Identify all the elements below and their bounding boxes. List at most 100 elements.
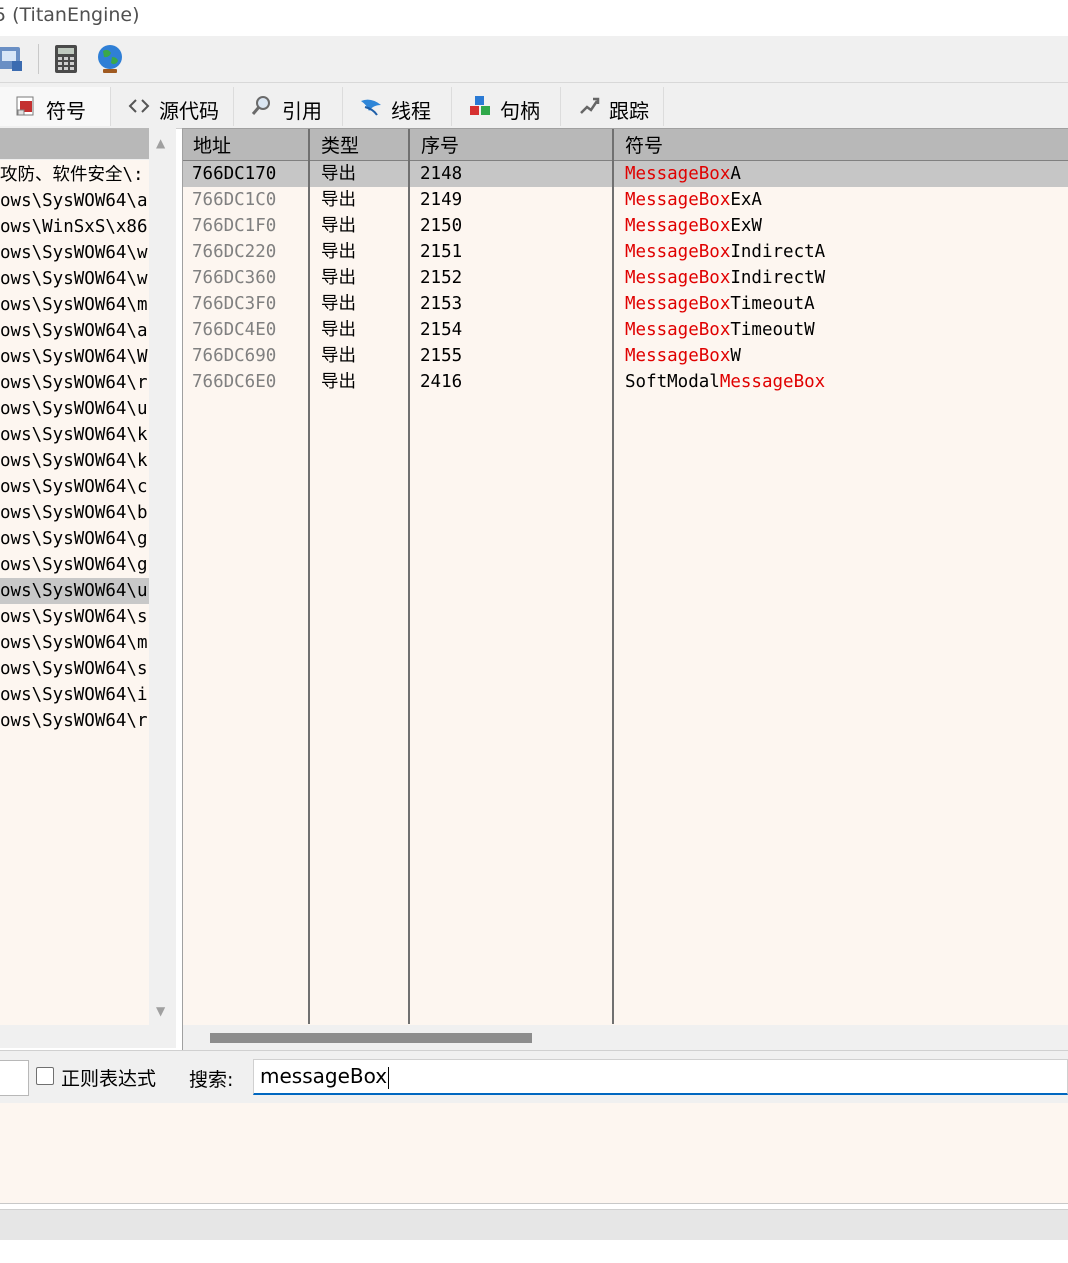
module-list-item[interactable]: ows\SysWOW64\g bbox=[0, 526, 149, 552]
module-list-item[interactable]: ows\SysWOW64\s bbox=[0, 604, 149, 630]
column-header-ordinal[interactable]: 序号 bbox=[411, 129, 613, 160]
module-panel: 攻防、软件安全\: ows\SysWOW64\a ows\WinSxS\x86 ows… bbox=[0, 128, 176, 1048]
module-list-item[interactable]: ows\SysWOW64\u bbox=[0, 396, 149, 422]
table-row[interactable]: 766DC170 导出 2148 MessageBoxA bbox=[183, 161, 1068, 187]
module-list-item[interactable]: ows\SysWOW64\w bbox=[0, 266, 149, 292]
table-row[interactable]: 766DC3F0 导出 2153 MessageBoxTimeoutA bbox=[183, 291, 1068, 317]
module-list-item[interactable]: ows\SysWOW64\m bbox=[0, 630, 149, 656]
globe-icon[interactable] bbox=[94, 43, 126, 75]
title-bar: 5 (TitanEngine) bbox=[0, 0, 1068, 36]
module-list-item[interactable]: ows\SysWOW64\c bbox=[0, 474, 149, 500]
symbol-match-highlight: MessageBox bbox=[625, 294, 731, 314]
module-list-header bbox=[0, 128, 149, 159]
scroll-up-icon[interactable]: ▲ bbox=[156, 136, 165, 150]
source-code-icon bbox=[127, 95, 151, 117]
module-list-item[interactable]: ows\SysWOW64\W bbox=[0, 344, 149, 370]
tab-threads[interactable]: 线程 bbox=[345, 87, 452, 126]
symbol-cell: MessageBoxA bbox=[625, 161, 741, 187]
module-list-item[interactable]: ows\SysWOW64\r bbox=[0, 708, 149, 734]
column-header-type[interactable]: 类型 bbox=[311, 129, 409, 160]
type-cell: 导出 bbox=[321, 268, 356, 288]
module-list-item[interactable]: ows\SysWOW64\r bbox=[0, 370, 149, 396]
symbol-match-highlight: MessageBox bbox=[625, 320, 731, 340]
module-list-scrollbar[interactable]: ▲ ▼ bbox=[150, 128, 176, 1025]
ordinal-cell: 2154 bbox=[420, 320, 463, 340]
module-list-item[interactable]: ows\SysWOW64\g bbox=[0, 552, 149, 578]
module-list-item[interactable]: ows\SysWOW64\u bbox=[0, 578, 149, 604]
search-value: messageBox bbox=[260, 1064, 388, 1088]
symbol-suffix: IndirectA bbox=[730, 242, 826, 262]
type-cell: 导出 bbox=[321, 294, 356, 314]
module-list-item[interactable]: ows\SysWOW64\k bbox=[0, 422, 149, 448]
table-row[interactable]: 766DC690 导出 2155 MessageBoxW bbox=[183, 343, 1068, 369]
log-output-pane[interactable] bbox=[0, 1103, 1068, 1204]
tab-handles[interactable]: 句柄 bbox=[454, 87, 561, 126]
trace-icon bbox=[577, 95, 601, 117]
column-divider[interactable] bbox=[612, 129, 614, 1024]
tab-symbols[interactable]: 符号 bbox=[0, 87, 111, 126]
table-row[interactable]: 766DC6E0 导出 2416 SoftModalMessageBox bbox=[183, 369, 1068, 395]
column-header-address[interactable]: 地址 bbox=[183, 129, 309, 160]
symbol-cell: MessageBoxTimeoutW bbox=[625, 317, 815, 343]
column-divider[interactable] bbox=[308, 129, 310, 1024]
table-row[interactable]: 766DC4E0 导出 2154 MessageBoxTimeoutW bbox=[183, 317, 1068, 343]
tab-source-code[interactable]: 源代码 bbox=[113, 87, 234, 126]
module-list-item[interactable]: ows\SysWOW64\k bbox=[0, 448, 149, 474]
search-input[interactable]: messageBox bbox=[253, 1059, 1068, 1095]
module-filter-input[interactable] bbox=[0, 1060, 29, 1096]
toolbar-separator bbox=[38, 44, 39, 74]
symbol-icon bbox=[14, 95, 38, 117]
address-cell: 766DC220 bbox=[192, 242, 277, 262]
module-list-item[interactable]: ows\SysWOW64\b bbox=[0, 500, 149, 526]
symbol-suffix: ExW bbox=[730, 216, 762, 236]
module-list-item[interactable]: ows\SysWOW64\i bbox=[0, 682, 149, 708]
symbol-suffix: TimeoutW bbox=[730, 320, 815, 340]
symbol-suffix: ExA bbox=[730, 190, 762, 210]
address-cell: 766DC170 bbox=[192, 164, 277, 184]
regex-checkbox[interactable] bbox=[36, 1067, 54, 1085]
type-cell: 导出 bbox=[321, 164, 356, 184]
horizontal-scrollbar-thumb[interactable] bbox=[210, 1033, 532, 1043]
regex-label[interactable]: 正则表达式 bbox=[61, 1064, 156, 1091]
module-list-item[interactable]: 攻防、软件安全\: bbox=[0, 162, 149, 188]
table-row[interactable]: 766DC1F0 导出 2150 MessageBoxExW bbox=[183, 213, 1068, 239]
symbol-match-highlight: MessageBox bbox=[625, 242, 731, 262]
module-list[interactable]: 攻防、软件安全\: ows\SysWOW64\a ows\WinSxS\x86 ows… bbox=[0, 160, 149, 1025]
symbol-cell: MessageBoxTimeoutA bbox=[625, 291, 815, 317]
column-header-symbol[interactable]: 符号 bbox=[615, 129, 1068, 160]
module-list-item[interactable]: ows\SysWOW64\m bbox=[0, 292, 149, 318]
type-cell: 导出 bbox=[321, 320, 356, 340]
ordinal-cell: 2148 bbox=[420, 164, 463, 184]
table-row[interactable]: 766DC360 导出 2152 MessageBoxIndirectW bbox=[183, 265, 1068, 291]
symbol-match-highlight: MessageBox bbox=[625, 346, 731, 366]
column-divider[interactable] bbox=[408, 129, 410, 1024]
symbol-suffix: W bbox=[730, 346, 741, 366]
status-bar bbox=[0, 1209, 1068, 1240]
symbol-cell: MessageBoxExW bbox=[625, 213, 762, 239]
horizontal-scrollbar[interactable] bbox=[183, 1025, 1068, 1051]
address-cell: 766DC6E0 bbox=[192, 372, 277, 392]
tab-references[interactable]: 引用 bbox=[236, 87, 343, 126]
table-row[interactable]: 766DC220 导出 2151 MessageBoxIndirectA bbox=[183, 239, 1068, 265]
symbol-prefix: SoftModal bbox=[625, 372, 720, 392]
type-cell: 导出 bbox=[321, 190, 356, 210]
module-list-item[interactable]: ows\WinSxS\x86 bbox=[0, 214, 149, 240]
tab-trace[interactable]: 跟踪 bbox=[563, 87, 664, 126]
module-list-item[interactable]: ows\SysWOW64\a bbox=[0, 318, 149, 344]
calculator-icon[interactable] bbox=[50, 43, 82, 75]
table-row[interactable]: 766DC1C0 导出 2149 MessageBoxExA bbox=[183, 187, 1068, 213]
patch-icon[interactable] bbox=[0, 43, 26, 75]
symbol-suffix: IndirectW bbox=[730, 268, 826, 288]
ordinal-cell: 2150 bbox=[420, 216, 463, 236]
ordinal-cell: 2155 bbox=[420, 346, 463, 366]
address-cell: 766DC1C0 bbox=[192, 190, 277, 210]
type-cell: 导出 bbox=[321, 346, 356, 366]
ordinal-cell: 2153 bbox=[420, 294, 463, 314]
module-list-item[interactable]: ows\SysWOW64\s bbox=[0, 656, 149, 682]
symbol-match-highlight: MessageBox bbox=[625, 268, 731, 288]
module-list-item[interactable]: ows\SysWOW64\w bbox=[0, 240, 149, 266]
module-list-item[interactable]: ows\SysWOW64\a bbox=[0, 188, 149, 214]
ordinal-cell: 2149 bbox=[420, 190, 463, 210]
scroll-down-icon[interactable]: ▼ bbox=[156, 1004, 165, 1018]
symbol-suffix: TimeoutA bbox=[730, 294, 815, 314]
